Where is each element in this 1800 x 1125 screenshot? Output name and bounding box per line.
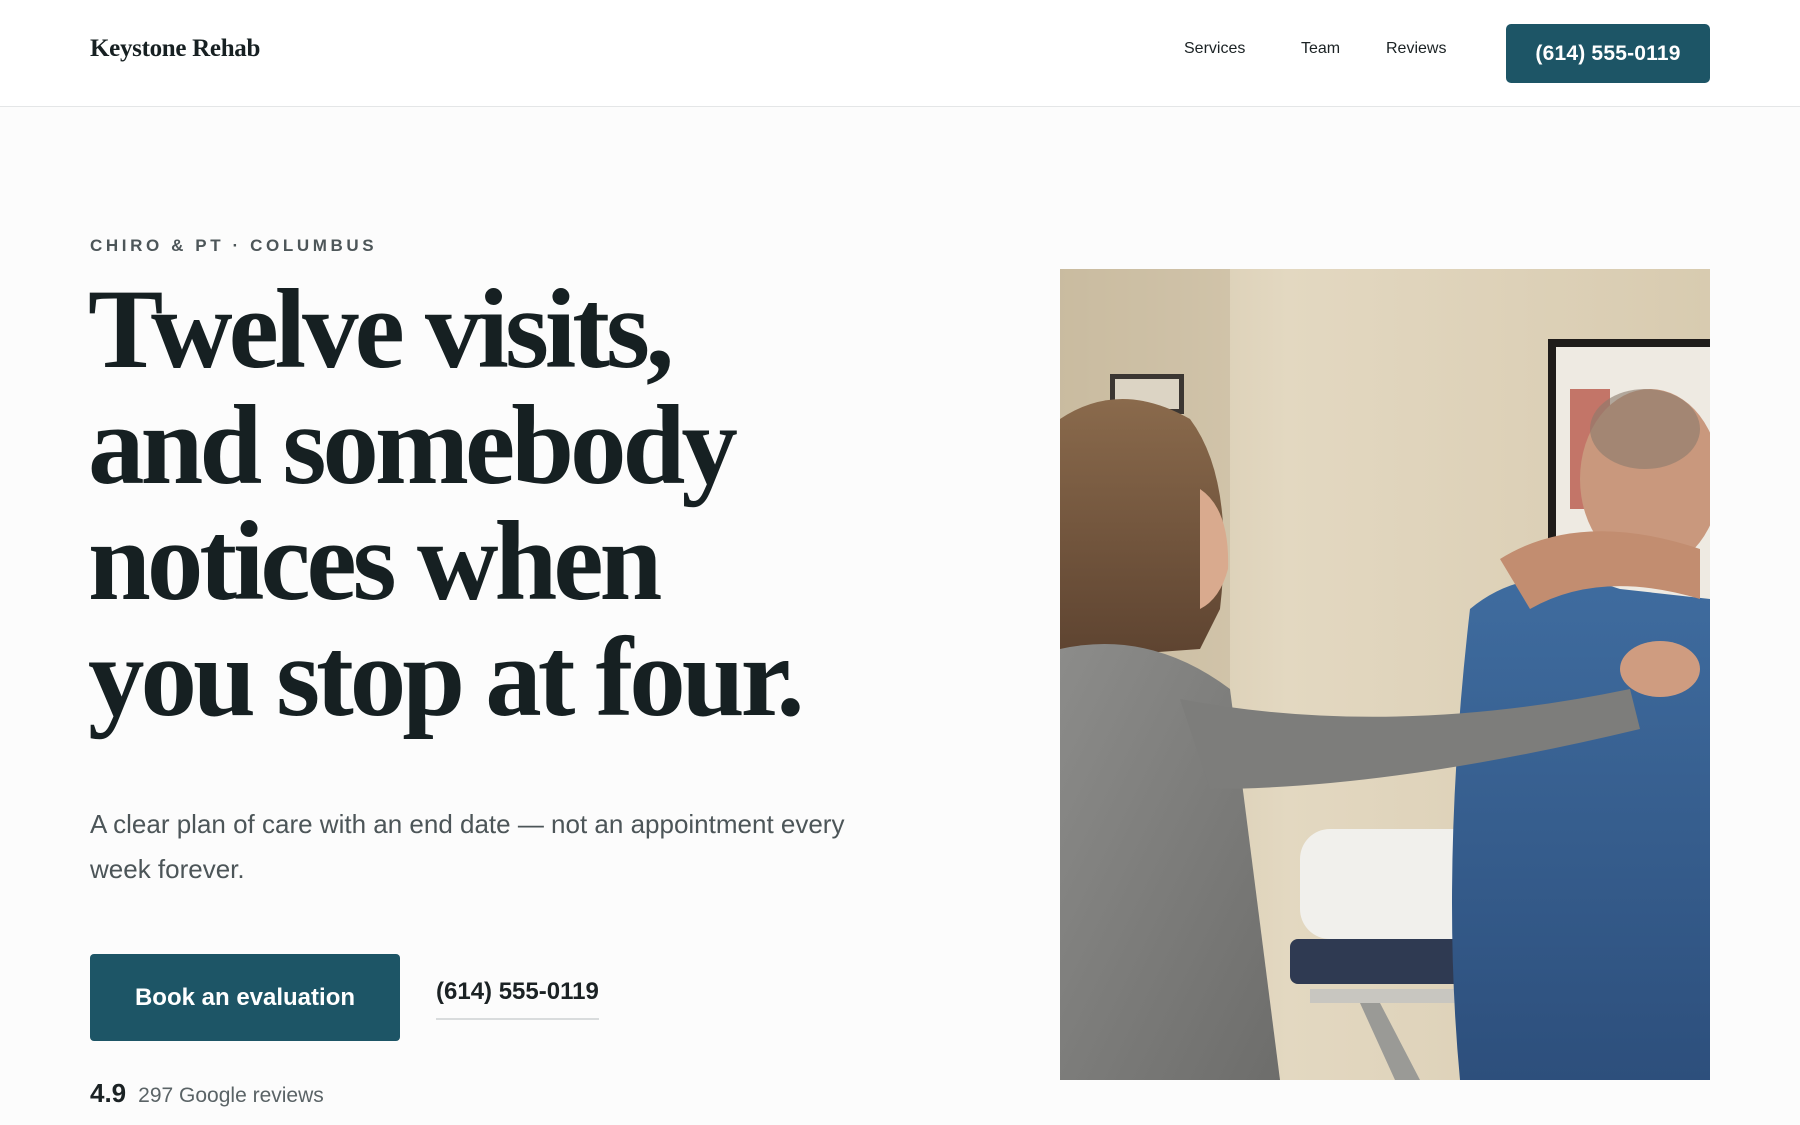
logo[interactable]: Keystone Rehab [90, 35, 260, 63]
nav-link-team[interactable]: Team [1301, 40, 1340, 58]
headline-line: notices when [88, 499, 662, 624]
headline-line: and somebody [88, 383, 738, 508]
nav-link-services[interactable]: Services [1184, 40, 1245, 58]
book-evaluation-button[interactable]: Book an evaluation [90, 954, 400, 1041]
nav-link-reviews[interactable]: Reviews [1386, 40, 1446, 58]
hero-lede: A clear plan of care with an end date — … [90, 809, 845, 884]
hero-eyebrow: CHIRO & PT · COLUMBUS [90, 236, 378, 255]
headline-line: Twelve visits, [88, 267, 674, 392]
rating-count[interactable]: 297 Google reviews [138, 1084, 324, 1108]
rating-summary: 4.9 297 Google reviews [90, 1078, 324, 1109]
landing-page: Keystone Rehab Services Team Reviews (61… [0, 0, 1800, 1125]
clinic-photo-illustration [1060, 269, 1710, 1080]
site-header: Keystone Rehab Services Team Reviews (61… [0, 0, 1800, 107]
headline-line: you stop at four. [88, 615, 805, 740]
phone-link[interactable]: (614) 555-0119 [436, 978, 599, 1020]
clinic-photo [1060, 269, 1710, 1080]
hero-headline: Twelve visits, and somebody notices when… [88, 272, 948, 736]
header-phone-button[interactable]: (614) 555-0119 [1506, 24, 1710, 83]
rating-score: 4.9 [90, 1078, 127, 1108]
